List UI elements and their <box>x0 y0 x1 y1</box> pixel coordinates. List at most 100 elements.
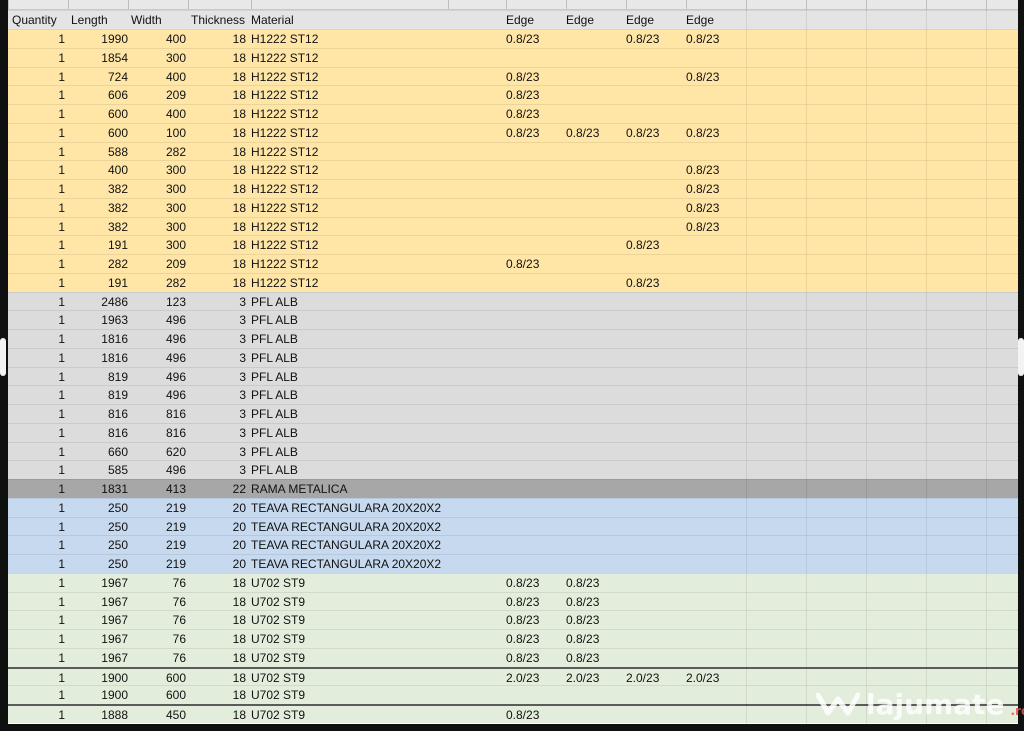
cell-width[interactable]: 209 <box>128 86 186 104</box>
cell-quantity[interactable]: 1 <box>8 68 65 86</box>
header-edge-1[interactable]: Edge <box>506 11 566 29</box>
cell-edge-3[interactable]: 0.8/23 <box>626 30 686 48</box>
cell-width[interactable]: 300 <box>128 180 186 198</box>
cell-edge-4[interactable] <box>686 330 746 348</box>
cell-edge-1[interactable] <box>506 180 566 198</box>
cell-length[interactable]: 250 <box>68 555 128 573</box>
cell-edge-2[interactable] <box>566 424 626 442</box>
cell-edge-1[interactable] <box>506 311 566 329</box>
cell-edge-4[interactable]: 0.8/23 <box>686 30 746 48</box>
cell-quantity[interactable]: 1 <box>8 686 65 704</box>
cell-edge-2[interactable] <box>566 461 626 479</box>
header-edge-4[interactable]: Edge <box>686 11 746 29</box>
cell-edge-4[interactable] <box>686 49 746 67</box>
cell-edge-2[interactable] <box>566 443 626 461</box>
cell-edge-4[interactable] <box>686 518 746 536</box>
cell-edge-1[interactable] <box>506 499 566 517</box>
cell-material[interactable]: H1222 ST12 <box>251 255 501 273</box>
cell-length[interactable]: 819 <box>68 368 128 386</box>
cell-edge-3[interactable] <box>626 161 686 179</box>
cell-edge-1[interactable] <box>506 480 566 498</box>
cell-thickness[interactable]: 3 <box>188 330 246 348</box>
column-divider[interactable] <box>566 0 567 9</box>
cell-edge-2[interactable]: 0.8/23 <box>566 611 626 629</box>
cell-edge-3[interactable] <box>626 630 686 648</box>
cell-material[interactable]: PFL ALB <box>251 349 501 367</box>
cell-length[interactable]: 400 <box>68 161 128 179</box>
cell-thickness[interactable]: 18 <box>188 649 246 667</box>
cell-edge-3[interactable] <box>626 349 686 367</box>
cell-edge-3[interactable] <box>626 536 686 554</box>
cell-edge-2[interactable] <box>566 49 626 67</box>
cell-quantity[interactable]: 1 <box>8 593 65 611</box>
cell-material[interactable]: H1222 ST12 <box>251 86 501 104</box>
cell-quantity[interactable]: 1 <box>8 386 65 404</box>
cell-edge-1[interactable]: 0.8/23 <box>506 124 566 142</box>
cell-thickness[interactable]: 18 <box>188 68 246 86</box>
cell-width[interactable]: 816 <box>128 424 186 442</box>
cell-length[interactable]: 1854 <box>68 49 128 67</box>
cell-quantity[interactable]: 1 <box>8 443 65 461</box>
cell-quantity[interactable]: 1 <box>8 180 65 198</box>
cell-material[interactable]: H1222 ST12 <box>251 218 501 236</box>
cell-edge-1[interactable]: 0.8/23 <box>506 86 566 104</box>
cell-material[interactable]: H1222 ST12 <box>251 180 501 198</box>
column-divider[interactable] <box>448 0 449 9</box>
cell-material[interactable]: PFL ALB <box>251 386 501 404</box>
cell-length[interactable]: 382 <box>68 180 128 198</box>
cell-edge-4[interactable] <box>686 574 746 592</box>
cell-width[interactable]: 282 <box>128 274 186 292</box>
cell-edge-3[interactable] <box>626 499 686 517</box>
cell-edge-1[interactable] <box>506 274 566 292</box>
cell-material[interactable]: PFL ALB <box>251 443 501 461</box>
column-divider[interactable] <box>188 0 189 9</box>
cell-quantity[interactable]: 1 <box>8 199 65 217</box>
cell-edge-4[interactable] <box>686 255 746 273</box>
cell-thickness[interactable]: 20 <box>188 555 246 573</box>
cell-thickness[interactable]: 18 <box>188 669 246 687</box>
cell-quantity[interactable]: 1 <box>8 49 65 67</box>
cell-edge-1[interactable] <box>506 443 566 461</box>
cell-length[interactable]: 1888 <box>68 706 128 724</box>
cell-edge-4[interactable] <box>686 405 746 423</box>
cell-quantity[interactable]: 1 <box>8 405 65 423</box>
cell-edge-1[interactable]: 0.8/23 <box>506 105 566 123</box>
cell-edge-3[interactable] <box>626 218 686 236</box>
cell-length[interactable]: 660 <box>68 443 128 461</box>
cell-material[interactable]: PFL ALB <box>251 461 501 479</box>
cell-length[interactable]: 606 <box>68 86 128 104</box>
cell-width[interactable]: 816 <box>128 405 186 423</box>
cell-thickness[interactable]: 3 <box>188 368 246 386</box>
cell-length[interactable]: 600 <box>68 105 128 123</box>
cell-length[interactable]: 1967 <box>68 611 128 629</box>
cell-material[interactable]: H1222 ST12 <box>251 68 501 86</box>
cell-material[interactable]: U702 ST9 <box>251 611 501 629</box>
cell-edge-1[interactable] <box>506 405 566 423</box>
cell-edge-4[interactable] <box>686 386 746 404</box>
cell-width[interactable]: 496 <box>128 461 186 479</box>
cell-edge-3[interactable] <box>626 368 686 386</box>
header-material[interactable]: Material <box>251 11 321 29</box>
cell-width[interactable]: 300 <box>128 218 186 236</box>
cell-edge-2[interactable] <box>566 274 626 292</box>
header-thickness[interactable]: Thickness <box>191 11 251 29</box>
cell-edge-1[interactable] <box>506 161 566 179</box>
cell-length[interactable]: 1967 <box>68 630 128 648</box>
cell-width[interactable]: 76 <box>128 611 186 629</box>
column-divider[interactable] <box>68 0 69 9</box>
cell-edge-3[interactable] <box>626 68 686 86</box>
cell-edge-4[interactable]: 0.8/23 <box>686 180 746 198</box>
cell-thickness[interactable]: 3 <box>188 386 246 404</box>
cell-thickness[interactable]: 18 <box>188 86 246 104</box>
cell-length[interactable]: 819 <box>68 386 128 404</box>
cell-length[interactable]: 588 <box>68 143 128 161</box>
cell-edge-3[interactable] <box>626 461 686 479</box>
cell-width[interactable]: 300 <box>128 161 186 179</box>
cell-material[interactable]: U702 ST9 <box>251 574 501 592</box>
cell-material[interactable]: H1222 ST12 <box>251 161 501 179</box>
cell-edge-3[interactable] <box>626 424 686 442</box>
cell-edge-1[interactable] <box>506 143 566 161</box>
cell-edge-2[interactable]: 0.8/23 <box>566 124 626 142</box>
cell-thickness[interactable]: 3 <box>188 311 246 329</box>
cell-quantity[interactable]: 1 <box>8 161 65 179</box>
